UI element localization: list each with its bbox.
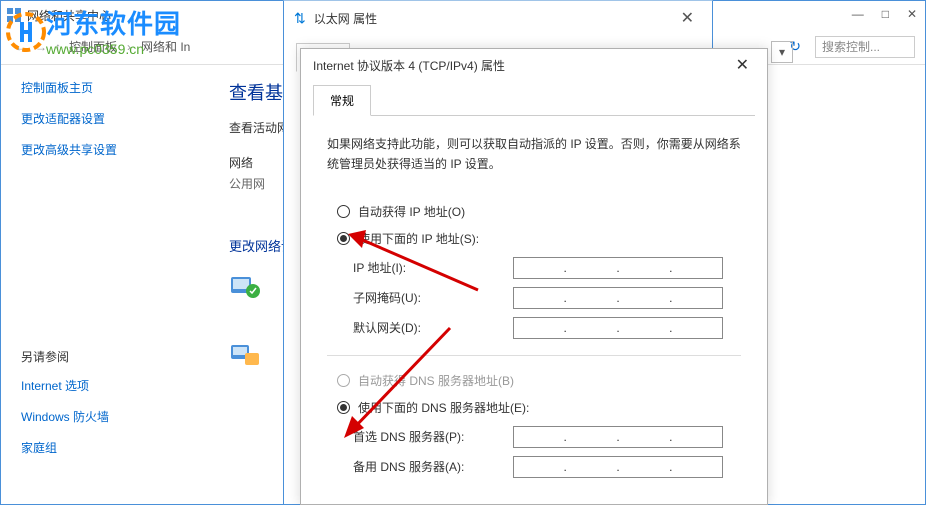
ethernet-title-text: 以太网 属性 [314,10,377,27]
sidebar-homegroup[interactable]: 家庭组 [21,439,189,456]
see-also-title: 另请参阅 [21,348,189,365]
ipv4-properties-dialog: Internet 协议版本 4 (TCP/IPv4) 属性 ✕ 常规 如果网络支… [300,48,768,505]
ethernet-titlebar: ⇅ 以太网 属性 ✕ [284,1,712,35]
ipv4-tabstrip: 常规 [313,85,755,116]
ip-address-input[interactable]: ... [513,257,723,279]
ip-address-label: IP 地址(I): [353,259,513,276]
breadcrumb-root[interactable]: 控制面板 [69,38,117,55]
radio-dns-manual-label: 使用下面的 DNS 服务器地址(E): [358,399,529,416]
alternate-dns-input[interactable]: ... [513,456,723,478]
gateway-label: 默认网关(D): [353,319,513,336]
radio-ip-auto-label: 自动获得 IP 地址(O) [358,203,465,220]
sidebar-sharing[interactable]: 更改高级共享设置 [21,141,189,158]
window-title: 网络和共享中心 [27,7,111,24]
nav-back-icon[interactable]: ← [15,40,27,54]
ipv4-title-text: Internet 协议版本 4 (TCP/IPv4) 属性 [313,57,505,74]
minimize-button[interactable]: — [852,7,864,21]
maximize-button[interactable]: □ [882,7,889,21]
preferred-dns-input[interactable]: ... [513,426,723,448]
preferred-dns-label: 首选 DNS 服务器(P): [353,428,513,445]
sidebar-internet-options[interactable]: Internet 选项 [21,377,189,394]
ipv4-close-button[interactable]: ✕ [730,55,755,75]
radio-dns-manual[interactable] [337,401,350,414]
subnet-mask-label: 子网掩码(U): [353,289,513,306]
network-center-icon [7,8,21,22]
radio-ip-manual[interactable] [337,232,350,245]
view-dropdown-icon[interactable]: ▾ [771,41,793,63]
radio-ip-manual-label: 使用下面的 IP 地址(S): [358,230,479,247]
radio-dns-auto [337,374,350,387]
ethernet-icon: ⇅ [294,10,306,27]
ipv4-description: 如果网络支持此功能，则可以获取自动指派的 IP 设置。否则，你需要从网络系统管理… [327,134,741,175]
close-button[interactable]: ✕ [907,7,917,21]
ethernet-close-button[interactable]: ✕ [673,8,702,28]
sidebar-home[interactable]: 控制面板主页 [21,79,189,96]
ipv4-titlebar: Internet 协议版本 4 (TCP/IPv4) 属性 ✕ [301,49,767,81]
radio-ip-auto[interactable] [337,205,350,218]
nav-forward-icon[interactable]: → [35,40,47,54]
nav-up-icon[interactable]: ↑ [55,40,61,54]
breadcrumb-sep-icon: › [127,40,131,54]
tab-general[interactable]: 常规 [313,85,371,116]
breadcrumb-current[interactable]: 网络和 In [141,38,190,55]
ipv4-content: 如果网络支持此功能，则可以获取自动指派的 IP 设置。否则，你需要从网络系统管理… [301,116,767,504]
sidebar-firewall[interactable]: Windows 防火墙 [21,408,189,425]
search-placeholder: 搜索控制... [822,38,880,55]
sidebar-adapter[interactable]: 更改适配器设置 [21,110,189,127]
search-input[interactable]: 搜索控制... [815,36,915,58]
divider [327,355,741,356]
alternate-dns-label: 备用 DNS 服务器(A): [353,458,513,475]
radio-dns-auto-label: 自动获得 DNS 服务器地址(B) [358,372,514,389]
gateway-input[interactable]: ... [513,317,723,339]
caption-buttons: — □ ✕ [852,7,917,21]
subnet-mask-input[interactable]: ... [513,287,723,309]
left-sidebar: 控制面板主页 更改适配器设置 更改高级共享设置 另请参阅 Internet 选项… [1,65,209,504]
